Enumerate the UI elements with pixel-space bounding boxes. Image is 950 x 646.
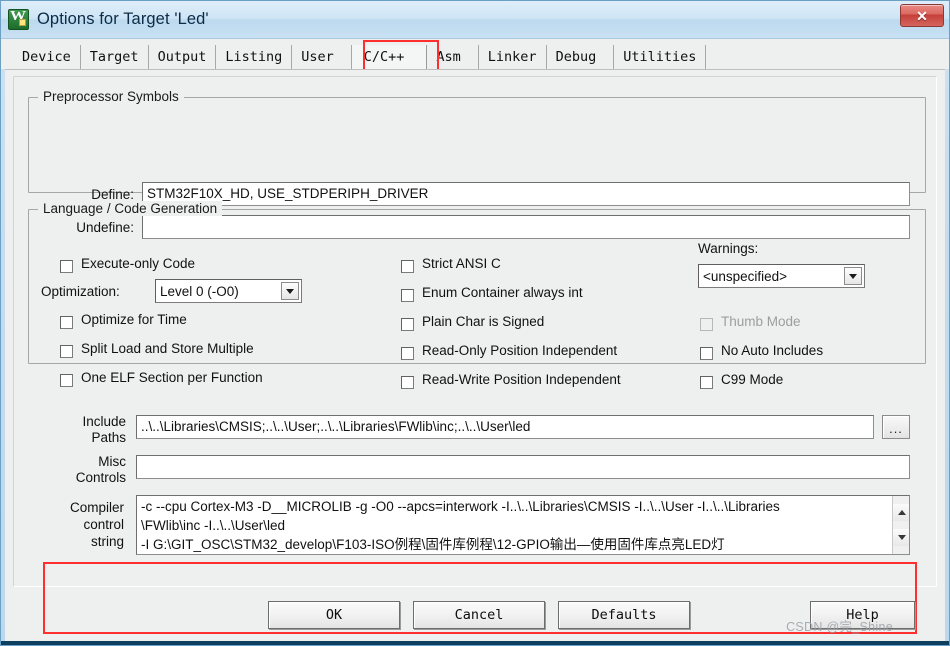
label-enum-container-always-int: Enum Container always int: [422, 285, 583, 300]
label-optimize-for-time: Optimize for Time: [81, 312, 187, 327]
compiler-string-line-3: -I G:\GIT_OSC\STM32_develop\F103-ISO例程\固…: [141, 537, 725, 552]
preprocessor-symbols-group: Preprocessor Symbols: [28, 89, 926, 193]
compiler-string-scrollbar[interactable]: [892, 496, 909, 554]
keil-uvision-icon: [8, 9, 29, 30]
checkbox-one-elf-section-per-function[interactable]: [60, 374, 73, 387]
include-paths-browse-button[interactable]: ...: [882, 415, 910, 439]
options-dialog-window: Options for Target 'Led' ✕ Device Target…: [0, 0, 950, 646]
tab-asm[interactable]: Asm: [427, 45, 479, 69]
include-paths-input[interactable]: ..\..\Libraries\CMSIS;..\..\User;..\..\L…: [136, 415, 874, 439]
triangle-up-icon[interactable]: [893, 504, 909, 521]
tab-linker[interactable]: Linker: [478, 45, 547, 69]
close-button[interactable]: ✕: [900, 4, 944, 27]
compiler-string-line-1: -c --cpu Cortex-M3 -D__MICROLIB -g -O0 -…: [141, 499, 780, 514]
triangle-down-icon[interactable]: [893, 529, 909, 546]
include-paths-label-line1: Include: [82, 414, 126, 429]
tab-debug[interactable]: Debug: [546, 45, 615, 69]
tab-listing[interactable]: Listing: [216, 45, 293, 69]
define-label: Define:: [91, 187, 134, 202]
checkbox-c99-mode[interactable]: [700, 376, 713, 389]
preprocessor-group-legend: Preprocessor Symbols: [38, 89, 184, 104]
cancel-button[interactable]: Cancel: [413, 601, 545, 629]
label-split-load-and-store-multiple: Split Load and Store Multiple: [81, 341, 254, 356]
tab-user[interactable]: User: [292, 45, 352, 69]
define-input[interactable]: STM32F10X_HD, USE_STDPERIPH_DRIVER: [142, 182, 910, 206]
label-one-elf-section-per-function: One ELF Section per Function: [81, 370, 263, 385]
compiler-control-string-textarea[interactable]: -c --cpu Cortex-M3 -D__MICROLIB -g -O0 -…: [136, 495, 910, 555]
label-c99-mode: C99 Mode: [721, 372, 784, 387]
label-strict-ansi-c: Strict ANSI C: [422, 256, 501, 271]
compiler-control-string-label-line3: string: [90, 534, 124, 549]
label-plain-char-is-signed: Plain Char is Signed: [422, 314, 545, 329]
checkbox-strict-ansi-c[interactable]: [401, 260, 414, 273]
compiler-string-line-2: \FWlib\inc -I..\..\User\led: [141, 518, 286, 533]
tab-output[interactable]: Output: [148, 45, 217, 69]
checkbox-read-write-position-independent[interactable]: [401, 376, 414, 389]
misc-controls-label-line2: Controls: [75, 470, 126, 485]
label-read-write-position-independent: Read-Write Position Independent: [422, 372, 621, 387]
checkbox-thumb-mode[interactable]: [700, 318, 713, 331]
chevron-down-icon[interactable]: [281, 282, 299, 300]
label-read-only-position-independent: Read-Only Position Independent: [422, 343, 618, 358]
chevron-down-icon[interactable]: [844, 267, 862, 285]
checkbox-no-auto-includes[interactable]: [700, 347, 713, 360]
warnings-label: Warnings:: [698, 241, 759, 256]
defaults-button[interactable]: Defaults: [558, 601, 690, 629]
checkbox-split-load-and-store-multiple[interactable]: [60, 345, 73, 358]
tab-device[interactable]: Device: [13, 45, 81, 69]
dialog-button-row: OK Cancel Defaults Help CSDN @完_Shine: [5, 587, 945, 645]
checkbox-enum-container-always-int[interactable]: [401, 289, 414, 302]
tab-strip: Device Target Output Listing User C/C++ …: [1, 39, 949, 69]
language-group-legend: Language / Code Generation: [38, 201, 223, 216]
window-bottom-edge: [1, 641, 949, 645]
optimization-value: Level 0 (-O0): [160, 283, 239, 299]
checkbox-execute-only-code[interactable]: [60, 260, 73, 273]
label-no-auto-includes: No Auto Includes: [721, 343, 824, 358]
tab-utilities[interactable]: Utilities: [614, 45, 707, 69]
compiler-control-string-label-line2: control: [83, 517, 124, 532]
label-thumb-mode: Thumb Mode: [721, 314, 801, 329]
optimization-select[interactable]: Level 0 (-O0): [155, 279, 302, 303]
misc-controls-input[interactable]: [136, 455, 910, 479]
tab-c-cpp[interactable]: C/C++: [351, 45, 428, 69]
window-title: Options for Target 'Led': [37, 10, 209, 28]
tab-target[interactable]: Target: [80, 45, 149, 69]
checkbox-plain-char-is-signed[interactable]: [401, 318, 414, 331]
label-execute-only-code: Execute-only Code: [81, 256, 196, 271]
close-icon: ✕: [916, 7, 928, 24]
include-paths-label-line2: Paths: [91, 430, 126, 445]
checkbox-optimize-for-time[interactable]: [60, 316, 73, 329]
misc-controls-label-line1: Misc: [98, 454, 126, 469]
ok-button[interactable]: OK: [268, 601, 400, 629]
warnings-value: <unspecified>: [703, 268, 788, 284]
csdn-watermark: CSDN @完_Shine: [786, 620, 893, 634]
dialog-body: Preprocessor Symbols Define: STM32F10X_H…: [5, 69, 945, 645]
title-bar: Options for Target 'Led' ✕: [1, 1, 949, 39]
c-cpp-page: Preprocessor Symbols Define: STM32F10X_H…: [13, 76, 937, 587]
optimization-label: Optimization:: [41, 284, 120, 299]
checkbox-read-only-position-independent[interactable]: [401, 347, 414, 360]
compiler-control-string-label-line1: Compiler: [69, 500, 124, 515]
warnings-select[interactable]: <unspecified>: [698, 264, 865, 288]
